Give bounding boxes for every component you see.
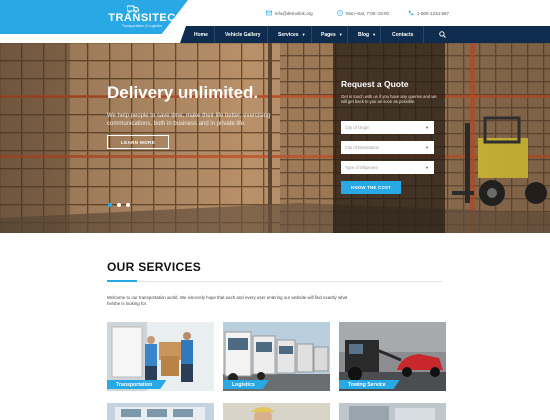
origin-city-placeholder: City of Origin [345,125,370,130]
nav-home-label: Home [194,31,208,38]
hero-overlay [0,43,550,233]
service-card-towing[interactable]: Towing Service [339,322,446,391]
nav-blog[interactable]: Blog ▼ [358,26,376,43]
site-header: TRANSITEC Transportation & Logistics inf… [0,0,550,43]
transportation-label: Transportation [107,380,166,389]
services-divider [107,281,442,282]
services-divider-accent [107,280,137,282]
slider-dot-2[interactable] [117,203,121,207]
shipment-type-placeholder: Type of Shipment [345,165,378,170]
nav-divider [423,26,424,43]
quote-description: Get in touch with us if you have any que… [341,94,437,105]
slider-dot-1[interactable] [108,203,112,207]
nav-contacts[interactable]: Contacts [392,26,413,43]
towing-service-label: Towing Service [339,380,400,389]
learn-more-button[interactable]: LEARN MORE [107,135,169,149]
hero-description: We help people to save time, make their … [107,113,271,127]
nav-services[interactable]: Services ▼ [278,26,306,43]
quote-title: Request a Quote [341,79,409,89]
nav-services-label: Services [278,31,299,38]
nav-pages[interactable]: Pages ▼ [321,26,343,43]
destination-city-placeholder: City of Destination [345,145,379,150]
service-image [223,403,330,420]
nav-divider [380,26,381,43]
hero-slider: Delivery unlimited. We help people to sa… [0,43,550,233]
logistics-label: Logistics [223,380,269,389]
service-image [339,403,446,420]
chevron-down-icon: ▼ [425,125,429,130]
main-nav: Home Vehicle Gallery Services ▼ Pages ▼ Bl… [180,26,550,43]
quote-form: Request a Quote Get in touch with us if … [333,43,445,233]
envelope-icon [266,10,272,16]
logo-name[interactable]: TRANSITEC [107,12,177,24]
nav-home[interactable]: Home [194,26,208,43]
service-card-row2-1[interactable] [107,403,214,420]
shipment-type-select[interactable]: Type of Shipment ▼ [341,161,434,174]
hero-title: Delivery unlimited. [107,83,259,102]
contact-phone-text: 1-800-1234-567 [417,10,450,16]
contact-hours-text: Mon–Sat, 7:00–19:00 [346,10,390,16]
nav-vehicle-gallery-label: Vehicle Gallery [225,31,261,38]
nav-divider [267,26,268,43]
nav-blog-label: Blog [358,31,370,38]
nav-vehicle-gallery[interactable]: Vehicle Gallery [225,26,261,43]
services-heading: OUR SERVICES [107,260,202,274]
search-icon[interactable] [439,31,446,38]
nav-divider [347,26,348,43]
slider-dot-3[interactable] [126,203,130,207]
nav-contacts-label: Contacts [392,31,414,38]
contact-hours: Mon–Sat, 7:00–19:00 [337,9,389,17]
caret-down-icon: ▼ [301,32,306,37]
chevron-down-icon: ▼ [425,145,429,150]
logo-tagline: Transportation & Logistics [121,24,163,28]
contact-email[interactable]: info@demolink.org [266,9,313,17]
service-card-row2-3[interactable] [339,403,446,420]
service-image [107,403,214,420]
clock-icon [337,10,343,16]
phone-icon [408,10,414,16]
destination-city-select[interactable]: City of Destination ▼ [341,141,434,154]
service-card-row2-2[interactable] [223,403,330,420]
service-card-transportation[interactable]: Transportation [107,322,214,391]
caret-down-icon: ▼ [372,32,377,37]
caret-down-icon: ▼ [338,32,343,37]
services-intro: Welcome to our transportation world. We … [107,295,348,307]
chevron-down-icon: ▼ [425,165,429,170]
nav-divider [214,26,215,43]
nav-divider [311,26,312,43]
service-card-logistics[interactable]: Logistics [223,322,330,391]
origin-city-select[interactable]: City of Origin ▼ [341,121,434,134]
know-the-cost-button[interactable]: KNOW THE COST [341,181,401,194]
contact-email-text: info@demolink.org [275,10,313,16]
contact-phone[interactable]: 1-800-1234-567 [408,9,449,17]
nav-pages-label: Pages [321,31,336,38]
